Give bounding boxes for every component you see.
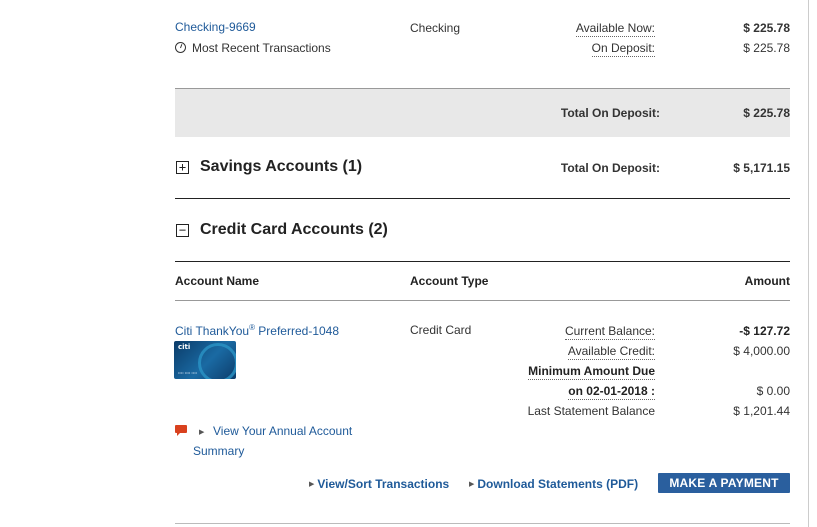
annual-summary-link-cont[interactable]: Summary — [193, 444, 244, 458]
min-due-value: $ 0.00 — [756, 384, 790, 398]
card-name: Citi ThankYou — [175, 324, 250, 338]
col-account-type: Account Type — [410, 274, 489, 288]
bottom-divider — [175, 523, 790, 524]
collapse-icon[interactable]: − — [176, 224, 189, 237]
checking-total-value: $ 225.78 — [743, 106, 790, 120]
on-deposit-value: $ 225.78 — [743, 41, 790, 55]
savings-title[interactable]: Savings Accounts (1) — [200, 158, 362, 176]
current-balance-value: -$ 127.72 — [739, 324, 790, 338]
triangle-right-icon: ▶ — [469, 481, 475, 488]
credit-card-account-link[interactable]: Citi ThankYou® Preferred-1048 — [175, 323, 339, 338]
triangle-right-icon: ▶ — [309, 481, 315, 488]
credit-card-image: citi •••• •••• •••• — [174, 341, 236, 379]
credit-title[interactable]: Credit Card Accounts (2) — [200, 221, 388, 239]
recent-transactions-label[interactable]: Most Recent Transactions — [192, 41, 331, 55]
make-payment-button[interactable]: MAKE A PAYMENT — [658, 473, 790, 493]
card-circle-graphic — [198, 343, 236, 379]
last-statement-value: $ 1,201.44 — [733, 404, 790, 418]
credit-header-divider — [175, 261, 790, 262]
card-brand: citi — [178, 343, 191, 351]
card-name-suffix: Preferred-1048 — [254, 324, 340, 338]
available-credit-label: Available Credit: — [567, 344, 655, 360]
available-credit-value: $ 4,000.00 — [733, 344, 790, 358]
checking-total-label: Total On Deposit: — [560, 106, 660, 120]
savings-total-value: $ 5,171.15 — [733, 161, 790, 175]
min-due-label: Minimum Amount Due — [528, 364, 655, 380]
available-now-value: $ 225.78 — [743, 21, 790, 35]
view-sort-link[interactable]: View/Sort Transactions — [317, 477, 449, 491]
savings-total-label: Total On Deposit: — [560, 161, 660, 175]
min-due-date-label: on 02-01-2018 : — [568, 384, 655, 400]
download-statements-link[interactable]: Download Statements (PDF) — [477, 477, 638, 491]
col-amount: Amount — [744, 274, 790, 288]
credit-account-type: Credit Card — [410, 323, 472, 337]
chat-icon[interactable] — [175, 425, 187, 436]
checking-account-link[interactable]: Checking-9669 — [175, 20, 256, 34]
last-statement-label: Last Statement Balance — [527, 404, 655, 418]
annual-summary-link[interactable]: View Your Annual Account — [213, 424, 352, 438]
card-number-graphic: •••• •••• •••• — [178, 370, 198, 375]
page-edge-scrollbar[interactable] — [808, 0, 809, 527]
triangle-right-icon: ▶ — [199, 429, 205, 436]
col-account-name: Account Name — [175, 274, 260, 288]
available-now-label: Available Now: — [575, 21, 655, 37]
columns-divider — [175, 300, 790, 301]
on-deposit-label: On Deposit: — [591, 41, 655, 57]
checking-account-type: Checking — [410, 21, 461, 35]
recent-transactions[interactable]: Most Recent Transactions — [175, 41, 331, 55]
current-balance-label: Current Balance: — [564, 324, 655, 340]
expand-icon[interactable]: + — [176, 161, 189, 174]
download-statements[interactable]: ▶ Download Statements (PDF) — [469, 477, 638, 491]
clock-icon — [175, 42, 186, 53]
savings-divider — [175, 198, 790, 199]
view-sort-transactions[interactable]: ▶ View/Sort Transactions — [309, 477, 449, 491]
